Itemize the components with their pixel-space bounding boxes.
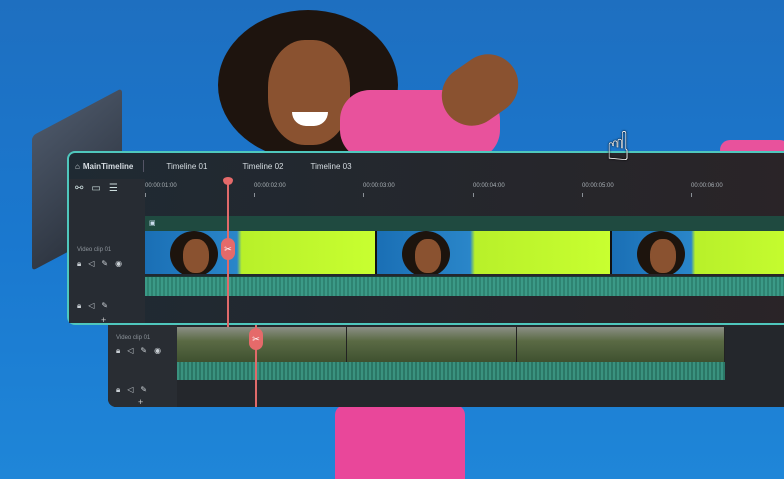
secondary-timeline-panel: Video clip 01 🔒︎ ◁ ✎ ◉ 🔒︎ ◁ ✎ ✂ +	[108, 325, 784, 407]
track-label: Video clip 01	[116, 335, 151, 341]
video-clip-thumbnail[interactable]	[377, 231, 612, 274]
track-header-column: ⚯ ▭ ☰ Video clip 01 🔒︎ ◁ ✎ ◉ 🔒︎ ◁ ✎ +	[69, 179, 145, 325]
add-track-icon[interactable]: +	[138, 397, 143, 407]
clip-title-bar: ▣	[145, 216, 784, 231]
timeline-tools: ⚯ ▭ ☰	[75, 183, 118, 194]
timeline-tabs: ⌂ MainTimeline Timeline 01 Timeline 02 Ti…	[69, 153, 784, 179]
clip-icon[interactable]: ▭	[91, 183, 100, 194]
tab-main-timeline[interactable]: ⌂ MainTimeline	[75, 162, 133, 171]
unlink-icon[interactable]: ⚯	[75, 183, 83, 194]
tab-divider	[143, 160, 145, 172]
tab-label: MainTimeline	[82, 161, 134, 171]
ruler-label: 00:00:05:00	[582, 183, 614, 189]
track-controls: 🔒︎ ◁ ✎ ◉	[77, 259, 122, 269]
tab-timeline-02[interactable]: Timeline 02	[242, 162, 283, 171]
hand-cursor-icon: ☝︎	[606, 125, 631, 169]
mute-icon[interactable]: ◁	[88, 301, 94, 311]
ruler-label: 00:00:03:00	[363, 183, 395, 189]
tab-timeline-03[interactable]: Timeline 03	[311, 162, 352, 171]
track-header-column: Video clip 01 🔒︎ ◁ ✎ ◉ 🔒︎ ◁ ✎	[108, 325, 177, 407]
eye-icon[interactable]: ◉	[115, 259, 122, 269]
audio-track-controls: 🔒︎ ◁ ✎	[77, 301, 108, 311]
mic-icon[interactable]: ✎	[101, 301, 108, 311]
mic-icon[interactable]: ✎	[140, 346, 147, 356]
add-track-icon[interactable]: +	[101, 315, 106, 325]
track-icon[interactable]: ☰	[109, 183, 118, 194]
tab-timeline-01[interactable]: Timeline 01	[166, 162, 207, 171]
ruler-label: 00:00:06:00	[691, 183, 723, 189]
video-clip-thumbnail[interactable]	[517, 327, 725, 362]
time-ruler[interactable]: 00:00:01:00 00:00:02:00 00:00:03:00 00:0…	[145, 179, 784, 215]
main-timeline-panel: ⌂ MainTimeline Timeline 01 Timeline 02 Ti…	[67, 151, 784, 327]
split-icon[interactable]: ✂	[249, 328, 263, 350]
eye-icon[interactable]: ◉	[154, 346, 161, 356]
mic-icon[interactable]: ✎	[101, 259, 108, 269]
video-icon: ▣	[149, 220, 156, 227]
track-label: Video clip 01	[77, 247, 112, 253]
lock-icon[interactable]: 🔒︎	[116, 346, 120, 356]
mute-icon[interactable]: ◁	[127, 346, 133, 356]
audio-waveform	[145, 276, 784, 296]
audio-track-controls: 🔒︎ ◁ ✎	[116, 385, 147, 395]
video-clip-thumbnail[interactable]	[347, 327, 517, 362]
ruler-label: 00:00:04:00	[473, 183, 505, 189]
split-icon[interactable]: ✂	[221, 238, 235, 260]
lock-icon[interactable]: 🔒︎	[116, 385, 120, 395]
audio-waveform	[177, 362, 725, 380]
ruler-label: 00:00:01:00	[145, 183, 177, 189]
mic-icon[interactable]: ✎	[140, 385, 147, 395]
video-clip-thumbnail[interactable]	[612, 231, 784, 274]
lock-icon[interactable]: 🔒︎	[77, 259, 81, 269]
ruler-label: 00:00:02:00	[254, 183, 286, 189]
track-controls: 🔒︎ ◁ ✎ ◉	[116, 346, 161, 356]
person-face	[268, 40, 350, 145]
mute-icon[interactable]: ◁	[127, 385, 133, 395]
video-clip-thumbnail[interactable]	[145, 231, 377, 274]
person-pants	[335, 405, 465, 479]
home-icon: ⌂	[75, 161, 80, 171]
lock-icon[interactable]: 🔒︎	[77, 301, 81, 311]
mute-icon[interactable]: ◁	[88, 259, 94, 269]
